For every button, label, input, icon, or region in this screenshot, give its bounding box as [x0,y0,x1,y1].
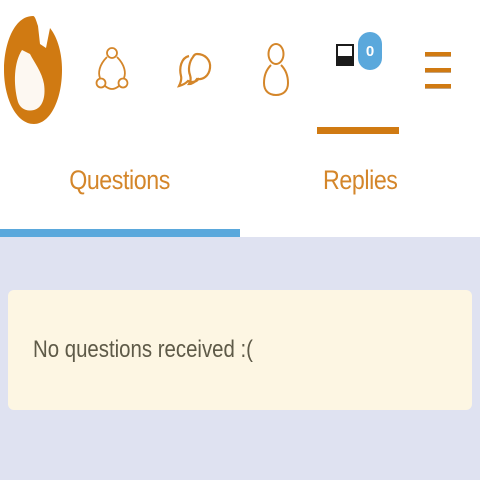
tab-questions-label: Questions [69,165,171,195]
chat-bubbles-icon [177,52,212,88]
top-navigation-bar: 0 [0,0,480,140]
empty-state-message: No questions received :( [33,336,253,363]
inbox-active-indicator [317,127,399,134]
tab-questions[interactable]: Questions [0,140,240,237]
nav-network-button[interactable] [92,40,132,100]
inbox-count-badge: 0 [358,32,382,70]
network-icon [95,47,129,90]
nav-profile-button[interactable] [256,40,296,100]
empty-state-notice: No questions received :( [8,290,472,410]
profile-icon [262,43,290,97]
app-logo[interactable] [4,14,62,126]
inbox-icon [336,44,354,66]
hamburger-menu-icon [425,52,451,89]
tab-bar: Questions Replies [0,140,480,237]
nav-chat-button[interactable] [175,40,215,100]
nav-inbox-button[interactable]: 0 [320,26,392,86]
tab-replies-label: Replies [322,165,398,195]
tab-replies[interactable]: Replies [240,140,480,237]
main-content: No questions received :( [0,237,480,480]
nav-menu-button[interactable] [418,40,458,100]
logo-icon [4,16,62,124]
active-tab-indicator [0,229,240,237]
app: 0 Questions Replies No questions receive… [0,0,480,480]
